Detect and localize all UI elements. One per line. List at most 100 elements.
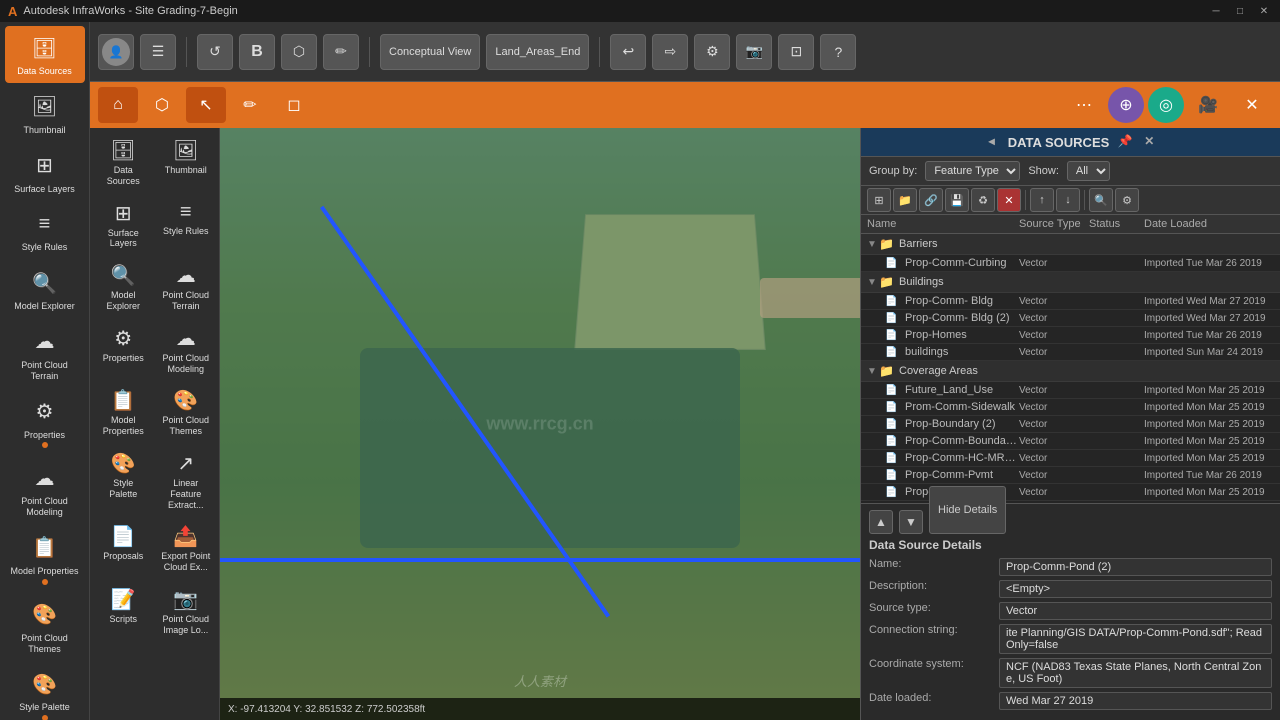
view-btn[interactable]: ⬡ (281, 34, 317, 70)
icon-panel-item-scripts[interactable]: 📝 Scripts (94, 581, 153, 642)
left-sidebar: 🗄 Data Sources 🖼 Thumbnail ⊞ Surface Lay… (0, 22, 90, 720)
camera-tool-btn[interactable]: 🎥 (1188, 87, 1228, 123)
tree-group-header-barriers[interactable]: ▼ 📁 Barriers (861, 234, 1280, 255)
tree-item[interactable]: 📄 Prop-Comm-Boundary (2) Vector Imported… (861, 433, 1280, 450)
icon-panel-item-linear-feature[interactable]: ↗ Linear Feature Extract... (157, 445, 216, 516)
ds-delete-btn[interactable]: ✕ (997, 188, 1021, 212)
sidebar-item-point-cloud-terrain[interactable]: ☁ Point Cloud Terrain (5, 320, 85, 388)
file-icon: 📄 (885, 296, 901, 307)
panel-back-icon[interactable]: ◂ (984, 134, 1000, 150)
scroll-up-btn[interactable]: ▲ (869, 510, 893, 534)
group-by-select[interactable]: Feature Type (925, 161, 1020, 181)
panel-close-icon[interactable]: ✕ (1141, 134, 1157, 150)
tree-item[interactable]: 📄 Prop-Comm-Pvmt Vector Imported Tue Mar… (861, 467, 1280, 484)
ds-save-btn[interactable]: 💾 (945, 188, 969, 212)
ds-grid-btn[interactable]: ⊞ (867, 188, 891, 212)
ds-import-btn[interactable]: ↑ (1030, 188, 1054, 212)
tree-group-header-buildings[interactable]: ▼ 📁 Buildings (861, 272, 1280, 293)
ds-export-btn[interactable]: ↓ (1056, 188, 1080, 212)
icon-panel-item-model-properties[interactable]: 📋 Model Properties (94, 382, 153, 443)
undo-btn[interactable]: ↺ (197, 34, 233, 70)
item-source: Vector (1019, 296, 1089, 307)
home-tool-btn[interactable]: ⌂ (98, 87, 138, 123)
top-toolbar: 👤 ☰ ↺ B ⬡ ✏ Conceptual View Land_Areas_E… (90, 22, 1280, 82)
tree-item[interactable]: 📄 Prop-Comm-HC-MRKG Vector Imported Mon … (861, 450, 1280, 467)
sidebar-item-point-cloud-modeling[interactable]: ☁ Point Cloud Modeling (5, 456, 85, 524)
tree-group-header-coverage-areas[interactable]: ▼ 📁 Coverage Areas (861, 361, 1280, 382)
close-tool-btn[interactable]: ✕ (1232, 87, 1272, 123)
icon-panel-item-export-point-cloud[interactable]: 📤 Export Point Cloud Ex... (157, 518, 216, 579)
menu-btn[interactable]: ☰ (140, 34, 176, 70)
sidebar-item-point-cloud-themes[interactable]: 🎨 Point Cloud Themes (5, 593, 85, 661)
sidebar-item-properties[interactable]: ⚙ Properties (5, 390, 85, 455)
close-button[interactable]: ✕ (1256, 3, 1272, 19)
icon-panel-row: 📋 Model Properties 🎨 Point Cloud Themes (94, 382, 215, 443)
ds-prop-btn[interactable]: ⚙ (1115, 188, 1139, 212)
icon-panel-item-style-palette[interactable]: 🎨 Style Palette (94, 445, 153, 516)
sep2 (1084, 190, 1085, 210)
maximize-button[interactable]: □ (1232, 3, 1248, 19)
cube-tool-btn[interactable]: ⬡ (142, 87, 182, 123)
icon-panel-item-point-cloud-themes[interactable]: 🎨 Point Cloud Themes (157, 382, 216, 443)
icon-panel-label-properties: Properties (103, 353, 144, 364)
camera-btn[interactable]: 📷 (736, 34, 772, 70)
zoom-btn[interactable]: ⊡ (778, 34, 814, 70)
ds-toolbar: ⊞ 📁 🔗 💾 ♻ ✕ ↑ ↓ 🔍 ⚙ (861, 186, 1280, 215)
ds-refresh-btn[interactable]: ♻ (971, 188, 995, 212)
tree-item[interactable]: 📄 Prop-Comm- Bldg Vector Imported Wed Ma… (861, 293, 1280, 310)
tree-item[interactable]: 📄 Prop-Boundary (2) Vector Imported Mon … (861, 416, 1280, 433)
icon-panel-item-point-cloud-modeling[interactable]: ☁ Point Cloud Modeling (157, 320, 216, 381)
item-name: Prop-Boundary (2) (905, 418, 1019, 430)
ds-zoom-btn[interactable]: 🔍 (1089, 188, 1113, 212)
item-name: Prop-Comm-Boundary (2) (905, 435, 1019, 447)
user-btn[interactable]: 👤 (98, 34, 134, 70)
sidebar-item-surface-layers[interactable]: ⊞ Surface Layers (5, 144, 85, 201)
show-select[interactable]: All (1067, 161, 1110, 181)
tree-item[interactable]: 📄 buildings Vector Imported Sun Mar 24 2… (861, 344, 1280, 361)
edit-btn[interactable]: ✏ (323, 34, 359, 70)
land-areas-btn[interactable]: Land_Areas_End (486, 34, 589, 70)
tree-item[interactable]: 📄 Future_Land_Use Vector Imported Mon Ma… (861, 382, 1280, 399)
icon-panel-item-proposals[interactable]: 📄 Proposals (94, 518, 153, 579)
sidebar-item-model-properties[interactable]: 📋 Model Properties (5, 526, 85, 591)
minimize-button[interactable]: ─ (1208, 3, 1224, 19)
scroll-down-btn[interactable]: ▼ (899, 510, 923, 534)
rect-tool-btn[interactable]: ◻ (274, 87, 314, 123)
sidebar-item-data-sources[interactable]: 🗄 Data Sources (5, 26, 85, 83)
item-source: Vector (1019, 330, 1089, 341)
icon-panel-item-surface-layers[interactable]: ⊞ Surface Layers (94, 195, 153, 256)
icon-panel-item-model-explorer[interactable]: 🔍 Model Explorer (94, 257, 153, 318)
pencil-tool-btn[interactable]: ✏ (230, 87, 270, 123)
sidebar-item-thumbnail[interactable]: 🖼 Thumbnail (5, 85, 85, 142)
tree-item[interactable]: 📄 Prop-Comm-Curbing Vector Imported Tue … (861, 255, 1280, 272)
conceptual-view-btn[interactable]: Conceptual View (380, 34, 480, 70)
sidebar-item-style-rules[interactable]: ≡ Style Rules (5, 202, 85, 259)
panel-pin-icon[interactable]: 📌 (1117, 134, 1133, 150)
extra-tool-btn[interactable]: ⋯ (1064, 87, 1104, 123)
icon-panel-item-properties[interactable]: ⚙ Properties (94, 320, 153, 381)
viewport[interactable]: www.rrcg.cn 人人素材 X: -97.413204 Y: 32.851… (220, 128, 860, 720)
tree-item[interactable]: 📄 Prop-Comm- Bldg (2) Vector Imported We… (861, 310, 1280, 327)
model-btn[interactable]: B (239, 34, 275, 70)
icon-panel-item-point-cloud-image[interactable]: 📷 Point Cloud Image Lo... (157, 581, 216, 642)
tree-item[interactable]: 📄 Prom-Comm-Sidewalk Vector Imported Mon… (861, 399, 1280, 416)
sidebar-item-style-palette[interactable]: 🎨 Style Palette (5, 662, 85, 720)
forward-btn[interactable]: ⇨ (652, 34, 688, 70)
purple-tool-btn[interactable]: ⊕ (1108, 87, 1144, 123)
icon-panel-item-point-cloud-terrain[interactable]: ☁ Point Cloud Terrain (157, 257, 216, 318)
icon-panel-item-data-sources[interactable]: 🗄 Data Sources (94, 132, 153, 193)
tree-item[interactable]: 📄 Prop-Comm-Striping Vector Imported Mon… (861, 484, 1280, 501)
ds-add-btn[interactable]: 📁 (893, 188, 917, 212)
icon-panel-item-thumbnail[interactable]: 🖼 Thumbnail (157, 132, 216, 193)
icon-panel-item-style-rules[interactable]: ≡ Style Rules (157, 195, 216, 256)
hide-details-button[interactable]: Hide Details (929, 486, 1006, 534)
tree-item[interactable]: 📄 Prop-Homes Vector Imported Tue Mar 26 … (861, 327, 1280, 344)
teal-tool-btn[interactable]: ◎ (1148, 87, 1184, 123)
select-tool-btn[interactable]: ↖ (186, 87, 226, 123)
sidebar-item-model-explorer[interactable]: 🔍 Model Explorer (5, 261, 85, 318)
ds-connect-btn[interactable]: 🔗 (919, 188, 943, 212)
icon-panel-label-export-point-cloud: Export Point Cloud Ex... (161, 551, 212, 573)
help-btn[interactable]: ? (820, 34, 856, 70)
tools-btn[interactable]: ⚙ (694, 34, 730, 70)
back-btn[interactable]: ↩ (610, 34, 646, 70)
